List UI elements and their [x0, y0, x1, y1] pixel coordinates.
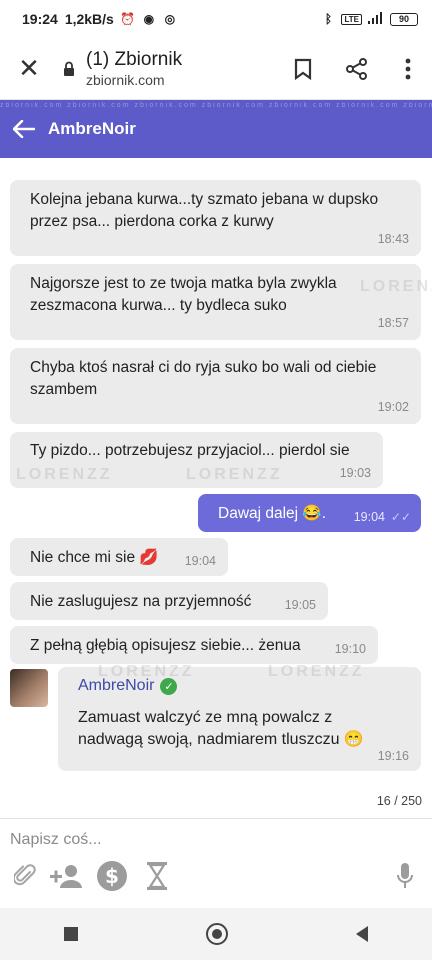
- message-text: Najgorsze jest to ze twoja matka byla zw…: [30, 275, 337, 314]
- share-icon[interactable]: [330, 57, 384, 80]
- battery-level: 90: [398, 14, 409, 24]
- svg-text:$: $: [105, 864, 119, 888]
- add-user-icon[interactable]: [48, 859, 86, 893]
- recent-apps-icon[interactable]: [64, 927, 78, 941]
- battery-icon: 90: [390, 12, 418, 26]
- composer: $: [0, 818, 432, 908]
- hourglass-icon[interactable]: [140, 859, 174, 893]
- message-incoming: Nie zaslugujesz na przyjemność 19:05: [10, 582, 328, 620]
- message-text: Ty pizdo... potrzebujesz przyjaciol... p…: [30, 442, 350, 459]
- lte-label: LTE: [341, 13, 362, 25]
- message-time: 19:04: [184, 554, 216, 568]
- message-text: Dawaj dalej 😂.: [218, 505, 327, 522]
- message-incoming: Najgorsze jest to ze twoja matka byla zw…: [10, 264, 432, 340]
- whatsapp-icon: ◎: [164, 12, 176, 26]
- browser-bar: ✕ (1) Zbiornik zbiornik.com: [0, 38, 432, 100]
- chat-area: Kolejna jebana kurwa...ty szmato jebana …: [0, 158, 432, 818]
- message-incoming: Ty pizdo... potrzebujesz przyjaciol... p…: [10, 432, 383, 488]
- message-outgoing: Dawaj dalej 😂. 19:04 ✓✓: [198, 494, 421, 532]
- back-arrow-icon[interactable]: [0, 120, 48, 138]
- system-nav-bar: [0, 908, 432, 960]
- bookmark-icon[interactable]: [276, 58, 330, 80]
- status-bar: 19:24 1,2kB/s ⏰ ◉ ◎ ᛒ LTE 90: [0, 0, 432, 38]
- message-time: 19:05: [284, 598, 316, 612]
- microphone-icon[interactable]: [388, 859, 422, 893]
- page-title: (1) Zbiornik: [86, 48, 183, 70]
- watermark: LORENZZ: [268, 663, 365, 680]
- message-time: 19:10: [334, 642, 366, 656]
- quoted-message: AmbreNoir ✓ Zamuast walczyć ze mną powal…: [58, 663, 421, 771]
- status-speed: 1,2kB/s: [64, 11, 114, 27]
- composer-tools: $: [0, 859, 432, 899]
- lock-icon: [58, 61, 80, 77]
- signal-icon: [368, 11, 384, 27]
- chat-title[interactable]: AmbreNoir: [48, 119, 136, 139]
- quoted-author-name: AmbreNoir: [78, 677, 155, 694]
- quoted-text: Zamuast walczyć ze mną powalcz z nadwagą…: [78, 709, 364, 748]
- message-text: Chyba ktoś nasrał ci do ryja suko bo wal…: [30, 359, 377, 398]
- message-time: 19:16: [377, 749, 409, 763]
- close-icon[interactable]: ✕: [0, 53, 58, 84]
- quoted-author[interactable]: AmbreNoir ✓: [78, 677, 178, 695]
- message-time: 19:04: [353, 510, 385, 524]
- message-text: Nie zaslugujesz na przyjemność: [30, 593, 252, 610]
- dollar-icon[interactable]: $: [95, 859, 129, 893]
- message-incoming: Nie chce mi sie 💋 19:04: [10, 538, 228, 576]
- more-icon[interactable]: [384, 58, 432, 80]
- avatar[interactable]: [10, 669, 48, 707]
- page-url: zbiornik.com: [86, 71, 165, 88]
- message-incoming: Kolejna jebana kurwa...ty szmato jebana …: [10, 180, 421, 256]
- chrome-icon: ◉: [143, 12, 155, 26]
- attach-icon[interactable]: [8, 859, 42, 893]
- message-text: Kolejna jebana kurwa...ty szmato jebana …: [30, 191, 379, 230]
- read-ticks-icon: ✓✓: [390, 510, 411, 524]
- message-time: 18:57: [377, 316, 409, 330]
- home-icon[interactable]: [206, 923, 228, 945]
- header-watermark: zbiornik.com zbiornik.com zbiornik.com z…: [0, 102, 432, 109]
- message-incoming: Z pełną głębią opisujesz siebie... żenua…: [10, 626, 378, 664]
- char-counter: 16 / 250: [376, 794, 422, 808]
- message-time: 19:03: [339, 466, 371, 480]
- message-time: 19:02: [377, 400, 409, 414]
- address-bar[interactable]: (1) Zbiornik zbiornik.com: [80, 49, 276, 89]
- message-input[interactable]: [10, 829, 410, 851]
- message-text: Nie chce mi sie 💋: [30, 549, 159, 566]
- message-text: Z pełną głębią opisujesz siebie... żenua: [30, 637, 301, 654]
- alarm-icon: ⏰: [120, 12, 136, 26]
- bluetooth-icon: ᛒ: [324, 12, 333, 26]
- status-time: 19:24: [22, 11, 58, 27]
- verified-icon: ✓: [160, 677, 178, 695]
- chat-header: zbiornik.com zbiornik.com zbiornik.com z…: [0, 100, 432, 158]
- message-incoming: Chyba ktoś nasrał ci do ryja suko bo wal…: [10, 348, 421, 424]
- message-time: 18:43: [377, 232, 409, 246]
- back-icon[interactable]: [356, 926, 368, 942]
